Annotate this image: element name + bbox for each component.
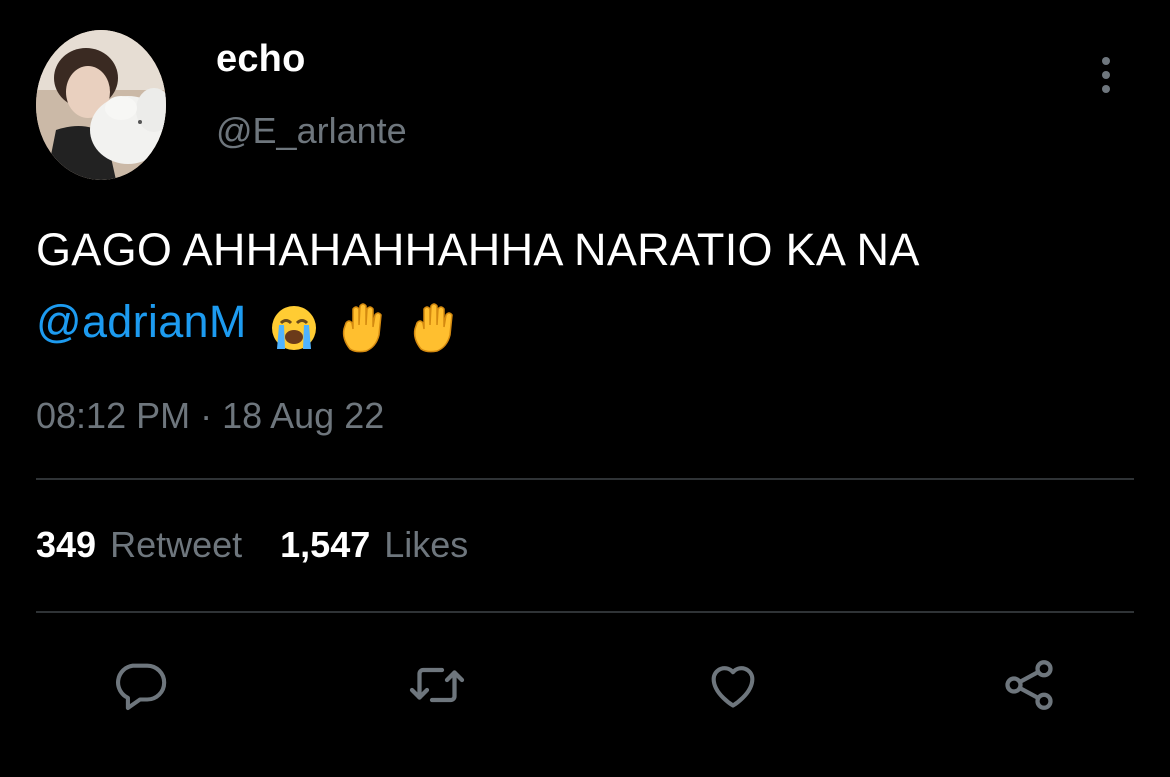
loudly-crying-face-icon [272, 306, 317, 351]
retweet-icon [409, 667, 465, 703]
likes-stat[interactable]: 1,547 Likes [280, 524, 468, 566]
avatar-photo [36, 30, 166, 180]
retweets-count: 349 [36, 524, 97, 565]
display-name[interactable]: echo [216, 38, 306, 81]
reply-icon [116, 663, 167, 711]
tweet-card: echo @E_arlante GAGO AHHAHAHHAHHA NARATI… [0, 0, 1170, 777]
retweet-button[interactable] [404, 652, 470, 718]
tweet-timestamp[interactable]: 08:12 PM · 18 Aug 22 [36, 395, 384, 437]
reply-button[interactable] [107, 652, 173, 718]
tweet-stats: 349 Retweet 1,547 Likes [36, 524, 506, 566]
heart-icon [711, 666, 755, 708]
divider [36, 478, 1134, 480]
likes-count: 1,547 [280, 524, 371, 565]
share-button[interactable] [996, 652, 1062, 718]
avatar[interactable] [36, 30, 166, 180]
like-button[interactable] [700, 652, 766, 718]
divider [36, 611, 1134, 613]
retweets-label: Retweet [110, 524, 243, 565]
tweet-text: GAGO AHHAHAHHAHHA NARATIO KA NA @adrianM [36, 214, 1136, 361]
vertical-ellipsis-icon[interactable] [1094, 56, 1118, 96]
raised-hand-icon [413, 303, 453, 353]
share-icon [1005, 660, 1053, 710]
emoji-group [269, 289, 465, 361]
user-handle[interactable]: @E_arlante [216, 110, 407, 152]
mention-link[interactable]: @adrianM [36, 296, 247, 347]
tweet-text-line: GAGO AHHAHAHHAHHA NARATIO KA NA [36, 224, 920, 275]
raised-hand-icon [343, 303, 383, 353]
tweet-text-line-2: @adrianM [36, 286, 1136, 361]
retweets-stat[interactable]: 349 Retweet [36, 524, 242, 566]
likes-label: Likes [384, 524, 469, 565]
